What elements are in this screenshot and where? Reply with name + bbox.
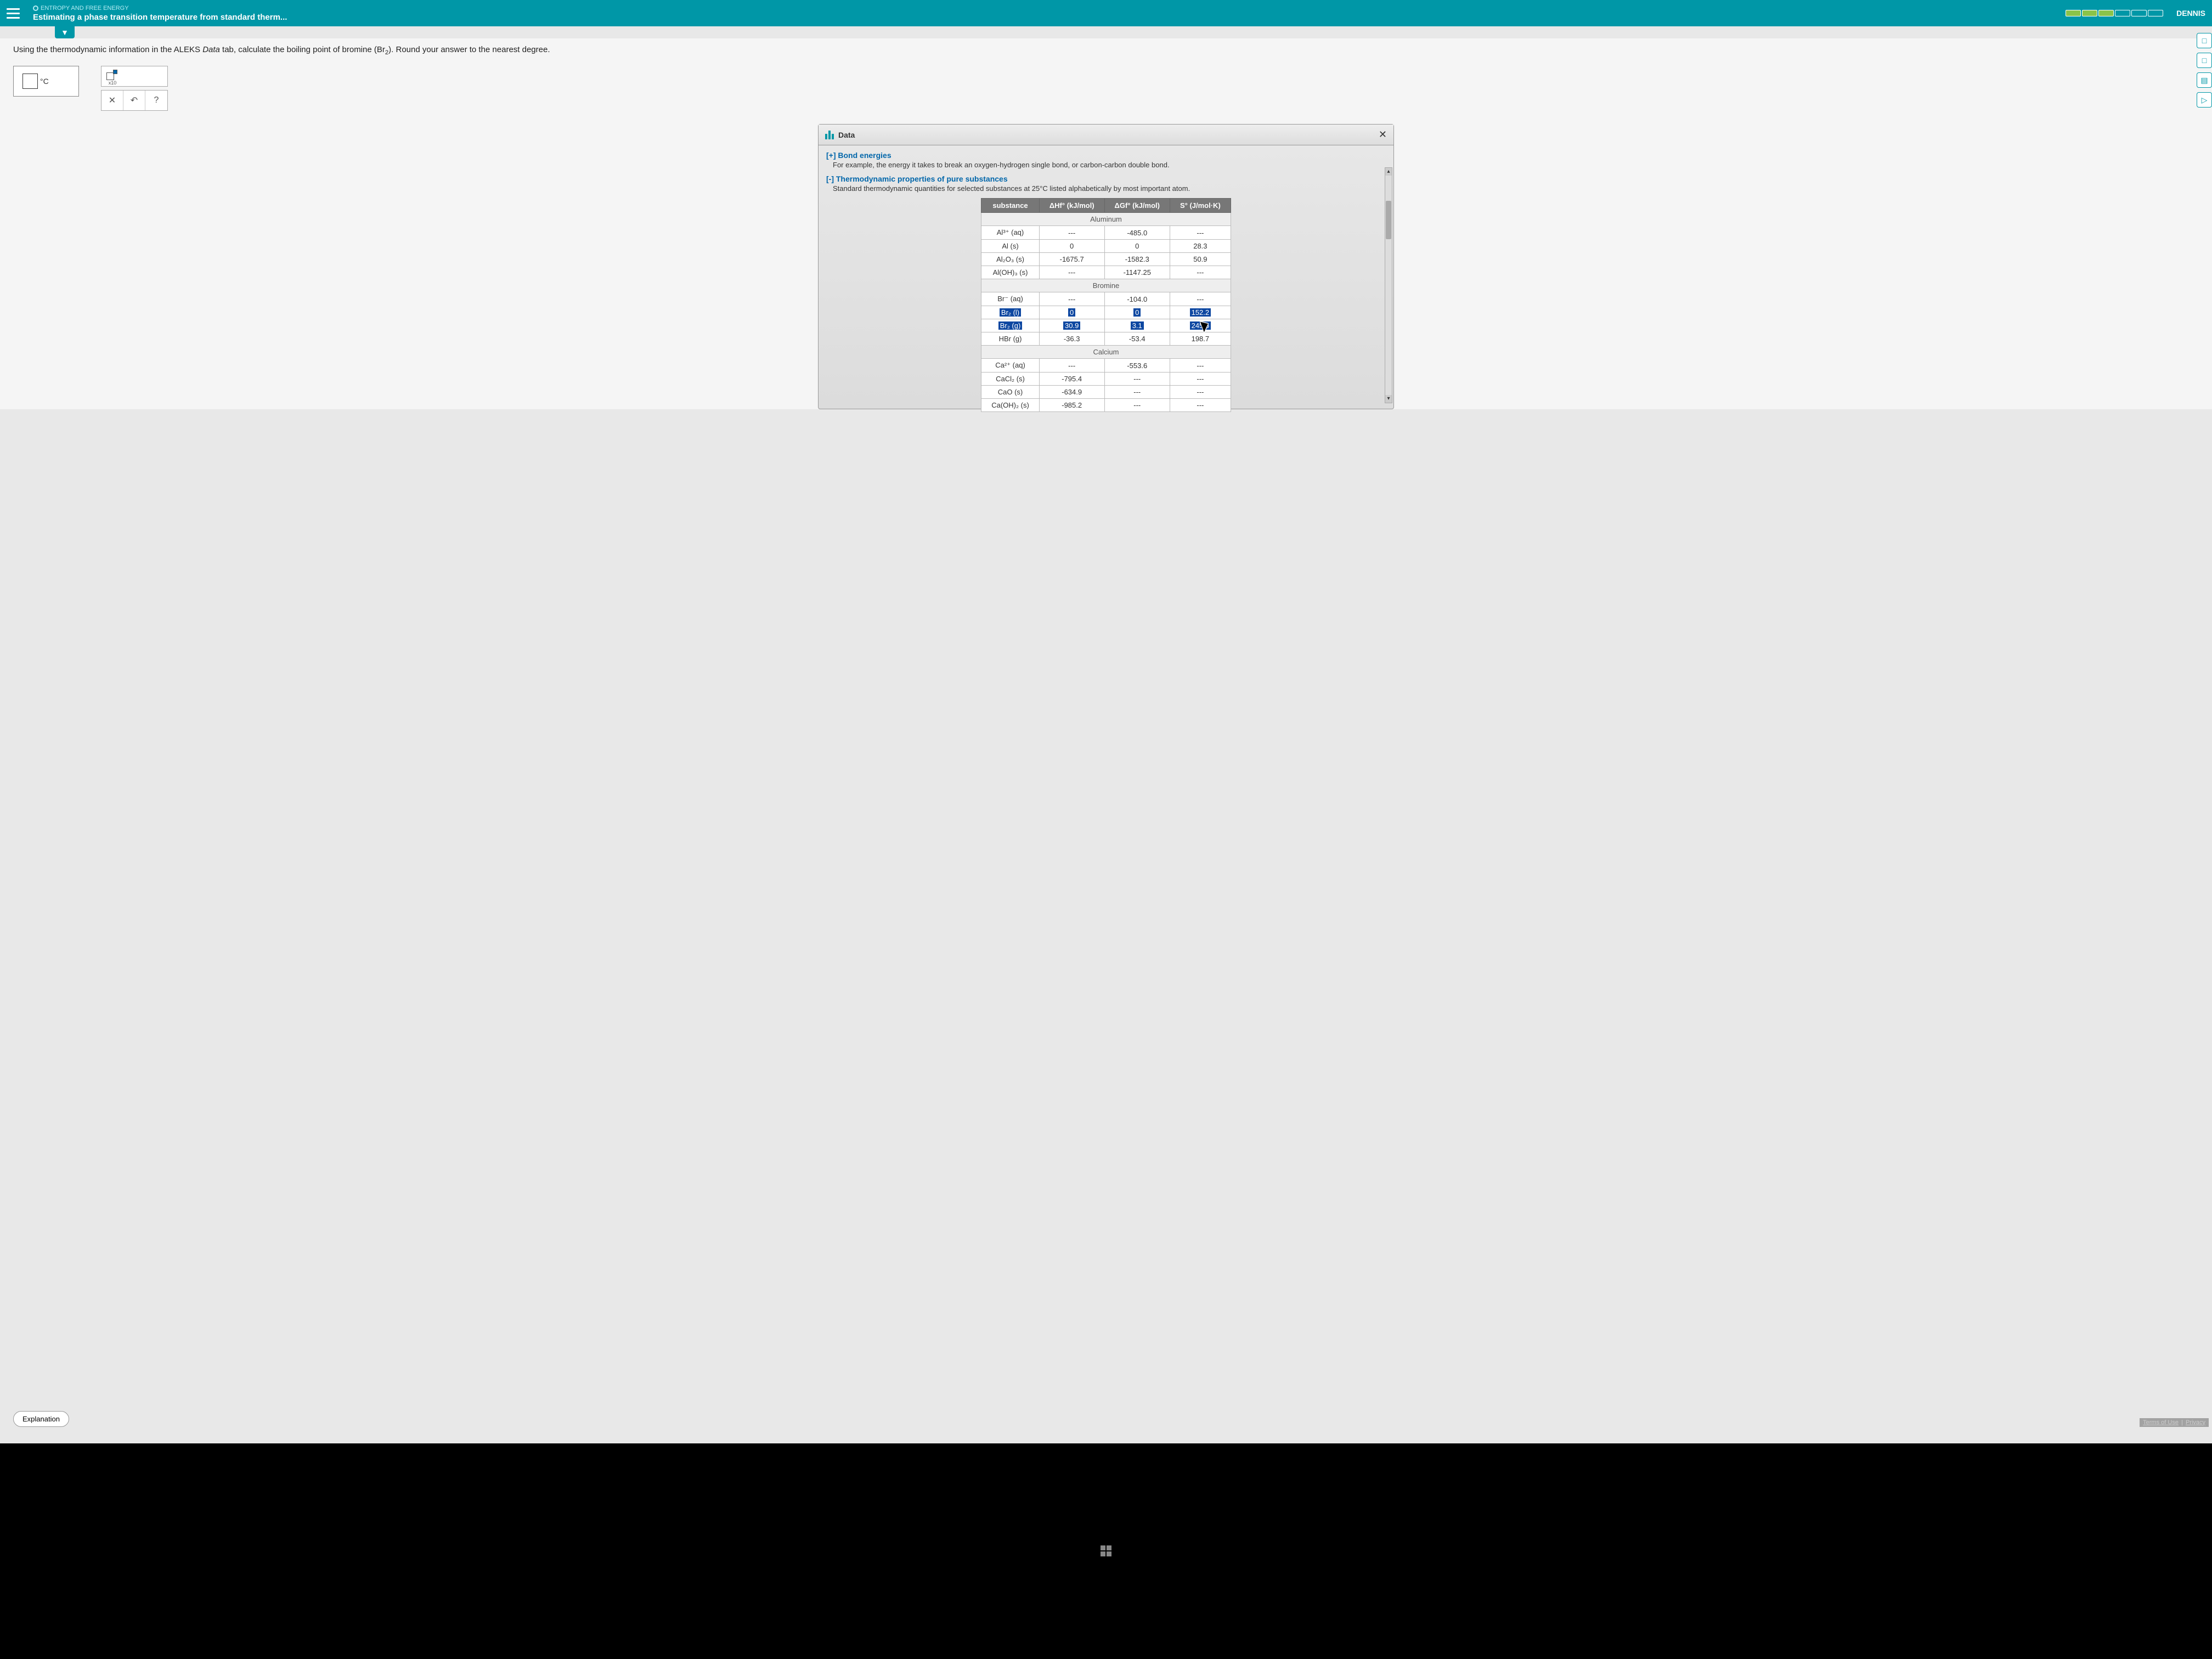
table-row[interactable]: Br₂ (l)00152.2 — [981, 306, 1231, 319]
thermo-table: substance ΔHf° (kJ/mol) ΔGf° (kJ/mol) S°… — [981, 198, 1231, 412]
table-row[interactable]: CaO (s)-634.9------ — [981, 386, 1231, 399]
side-tool-4[interactable]: ▷ — [2197, 92, 2212, 108]
answer-input[interactable] — [22, 74, 38, 89]
menu-icon[interactable] — [7, 7, 20, 20]
col-substance: substance — [981, 199, 1040, 213]
table-row[interactable]: Br⁻ (aq)----104.0--- — [981, 292, 1231, 306]
explanation-button[interactable]: Explanation — [13, 1411, 69, 1427]
header-dropdown-tab[interactable]: ▼ — [55, 26, 75, 38]
answer-row: °C x10 ✕ ↶ ? — [13, 66, 2199, 111]
close-icon[interactable]: ✕ — [1379, 129, 1387, 140]
table-row[interactable]: CaCl₂ (s)-795.4------ — [981, 373, 1231, 386]
undo-button[interactable]: ↶ — [123, 91, 145, 110]
unit-label: °C — [40, 77, 49, 86]
side-tool-2[interactable]: □ — [2197, 53, 2212, 68]
ring-icon — [33, 5, 38, 11]
table-row[interactable]: Al(OH)₃ (s)----1147.25--- — [981, 266, 1231, 279]
category-aluminum: Aluminum — [981, 213, 1231, 226]
col-dgf: ΔGf° (kJ/mol) — [1104, 199, 1170, 213]
topic-text: ENTROPY AND FREE ENERGY — [41, 5, 129, 12]
data-panel: Data ✕ [+] Bond energies For example, th… — [818, 124, 1394, 409]
scroll-down-icon[interactable]: ▾ — [1385, 395, 1392, 403]
table-row[interactable]: Ca²⁺ (aq)----553.6--- — [981, 359, 1231, 373]
undo-icon: ↶ — [131, 95, 138, 106]
clear-button[interactable]: ✕ — [101, 91, 123, 110]
table-row[interactable]: Al³⁺ (aq)----485.0--- — [981, 226, 1231, 240]
progress-indicator — [2066, 10, 2163, 16]
app-header: ENTROPY AND FREE ENERGY Estimating a pha… — [0, 0, 2212, 26]
data-panel-body: [+] Bond energies For example, the energ… — [819, 145, 1393, 409]
tool-palette: x10 ✕ ↶ ? — [101, 66, 168, 111]
windows-taskbar[interactable] — [0, 1443, 2212, 1659]
thermo-desc: Standard thermodynamic quantities for se… — [833, 184, 1386, 193]
scrollbar[interactable]: ▴ ▾ — [1385, 167, 1392, 403]
user-name[interactable]: DENNIS — [2176, 9, 2205, 18]
table-row[interactable]: HBr (g)-36.3-53.4198.7 — [981, 332, 1231, 346]
chevron-down-icon: ▼ — [61, 28, 69, 37]
x-icon: ✕ — [109, 95, 116, 106]
category-bromine: Bromine — [981, 279, 1231, 292]
col-dhf: ΔHf° (kJ/mol) — [1039, 199, 1104, 213]
table-row[interactable]: Ca(OH)₂ (s)-985.2------ — [981, 399, 1231, 412]
thermo-toggle[interactable]: [-] Thermodynamic properties of pure sub… — [826, 174, 1386, 183]
footer-links: Terms of Use | Privacy — [2140, 1418, 2209, 1427]
answer-box: °C — [13, 66, 79, 97]
topic-label: ENTROPY AND FREE ENERGY — [33, 5, 2066, 12]
table-row[interactable]: Br₂ (g)30.93.1245.5 — [981, 319, 1231, 332]
sidebar-tools: □ □ ▤ ▷ — [2197, 33, 2212, 108]
table-header-row: substance ΔHf° (kJ/mol) ΔGf° (kJ/mol) S°… — [981, 199, 1231, 213]
scroll-thumb[interactable] — [1386, 201, 1391, 239]
col-s: S° (J/mol·K) — [1170, 199, 1231, 213]
category-calcium: Calcium — [981, 346, 1231, 359]
header-titles: ENTROPY AND FREE ENERGY Estimating a pha… — [33, 5, 2066, 22]
help-button[interactable]: ? — [145, 91, 167, 110]
scroll-up-icon[interactable]: ▴ — [1385, 168, 1392, 176]
side-tool-3[interactable]: ▤ — [2197, 72, 2212, 88]
data-panel-title: Data — [838, 131, 1379, 139]
lesson-title: Estimating a phase transition temperatur… — [33, 13, 2066, 22]
bond-energies-toggle[interactable]: [+] Bond energies — [826, 151, 1386, 160]
table-row[interactable]: Al (s)0028.3 — [981, 240, 1231, 253]
data-panel-header: Data ✕ — [819, 125, 1393, 145]
question-text: Using the thermodynamic information in t… — [13, 45, 2199, 56]
table-row[interactable]: Al₂O₃ (s)-1675.7-1582.350.9 — [981, 253, 1231, 266]
privacy-link[interactable]: Privacy — [2186, 1419, 2205, 1426]
question-icon: ? — [154, 95, 159, 105]
bar-chart-icon — [825, 131, 834, 139]
side-tool-1[interactable]: □ — [2197, 33, 2212, 48]
windows-icon[interactable] — [1101, 1545, 1111, 1556]
sci-notation-button[interactable]: x10 — [101, 66, 123, 86]
terms-link[interactable]: Terms of Use — [2143, 1419, 2179, 1426]
content-area: Using the thermodynamic information in t… — [0, 38, 2212, 409]
bond-energies-desc: For example, the energy it takes to brea… — [833, 161, 1386, 169]
